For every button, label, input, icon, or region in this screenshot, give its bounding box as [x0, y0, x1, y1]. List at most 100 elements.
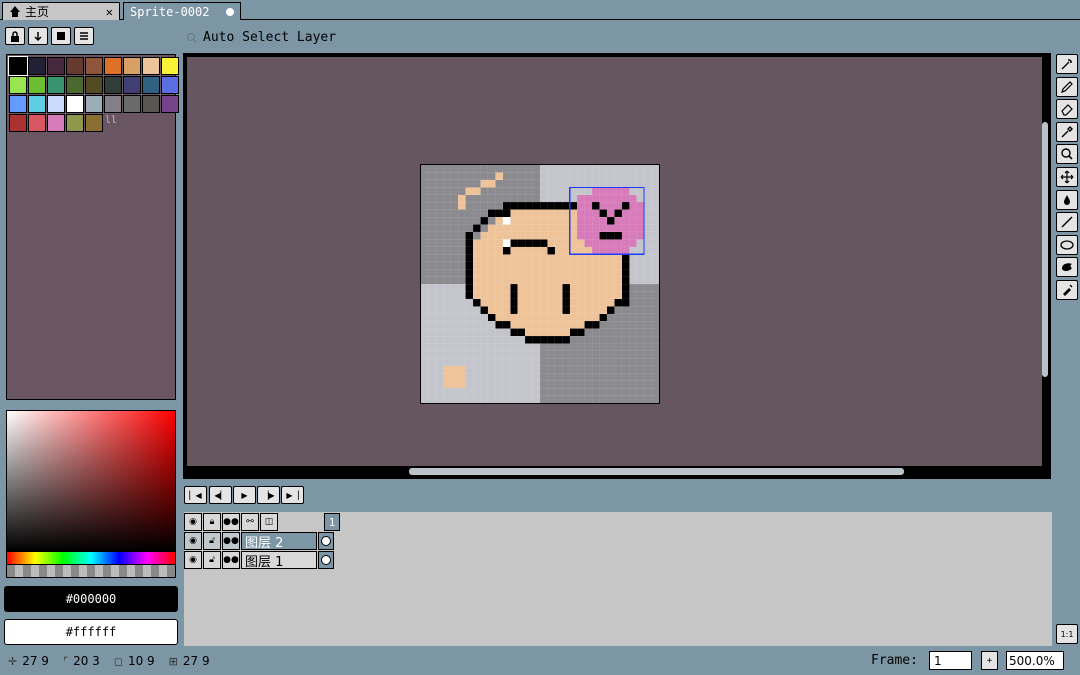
layer-row[interactable]: ◉ 🔓︎ ●● 图层 1	[184, 551, 334, 570]
pink-pixel	[577, 224, 645, 232]
magic-wand-tool[interactable]	[1056, 54, 1078, 74]
palette-sort-button[interactable]	[28, 27, 48, 45]
layer-name[interactable]: 图层 1	[241, 551, 317, 570]
vertical-scrollbar[interactable]	[1042, 122, 1048, 377]
palette-swatch[interactable]	[142, 76, 160, 94]
frame-header[interactable]: 1	[324, 513, 340, 531]
line-icon	[1061, 216, 1073, 228]
palette-swatch[interactable]	[123, 76, 141, 94]
lock-icon[interactable]: 🔓︎	[203, 532, 221, 550]
arrow-down-icon	[34, 31, 42, 41]
eraser-tool[interactable]	[1056, 99, 1078, 120]
pencil-tool[interactable]	[1056, 76, 1078, 97]
palette-swatch[interactable]	[142, 57, 160, 75]
palette-swatch[interactable]	[85, 76, 103, 94]
continuous-icon[interactable]: ●●	[222, 532, 240, 550]
layer-name[interactable]: 图层 2	[241, 532, 317, 551]
palette-swatch[interactable]	[28, 114, 46, 132]
previous-frame-button[interactable]: ◀▏	[209, 486, 232, 504]
contour-tool[interactable]	[1056, 257, 1078, 278]
eye-icon[interactable]: ◉	[184, 532, 202, 550]
palette-swatch[interactable]	[28, 76, 46, 94]
palette-swatch[interactable]	[8, 56, 28, 76]
cel[interactable]	[318, 551, 334, 569]
frame-plus-button[interactable]: +	[981, 651, 998, 670]
palette-lock-button[interactable]	[5, 27, 25, 45]
background-color[interactable]: #ffffff	[4, 619, 178, 645]
palette-swatch[interactable]	[9, 114, 27, 132]
palette-swatch[interactable]	[104, 95, 122, 113]
palette-panel: ll	[6, 54, 179, 400]
palette-swatch[interactable]	[123, 57, 141, 75]
tab-home[interactable]: 主页 ✕	[2, 2, 120, 20]
lock-icon[interactable]: 🔓︎	[203, 551, 221, 569]
palette-swatch[interactable]	[66, 114, 84, 132]
palette-swatch[interactable]	[104, 76, 122, 94]
eye-icon[interactable]: ◉	[184, 513, 202, 531]
zoom-input[interactable]: 500.0%	[1006, 651, 1064, 670]
palette-swatch[interactable]	[47, 114, 65, 132]
last-frame-button[interactable]: ▶▕	[281, 486, 304, 504]
palette-swatch[interactable]	[47, 76, 65, 94]
fill-tool[interactable]	[1056, 189, 1078, 210]
ellipse-tool[interactable]	[1056, 234, 1078, 255]
blur-icon	[1063, 284, 1073, 296]
palette-grid	[8, 56, 179, 132]
palette-swatch[interactable]	[85, 114, 103, 132]
palette-swatch[interactable]	[161, 95, 179, 113]
palette-save-button[interactable]	[51, 27, 71, 45]
link-icon[interactable]: ⚯	[241, 513, 259, 531]
palette-swatch[interactable]	[66, 57, 84, 75]
palette-swatch[interactable]	[123, 95, 141, 113]
palette-swatch[interactable]	[66, 76, 84, 94]
frame-input[interactable]: 1	[929, 651, 972, 670]
cursor-position: ✛ 27 9	[8, 654, 49, 668]
zoom-tool[interactable]	[1056, 144, 1078, 165]
continuous-icon[interactable]: ●●	[222, 513, 240, 531]
close-icon[interactable]: ✕	[106, 5, 113, 19]
line-tool[interactable]	[1056, 212, 1078, 233]
alpha-slider[interactable]	[7, 565, 175, 577]
onion-skin-icon[interactable]: ◫	[260, 513, 278, 531]
palette-swatch[interactable]	[104, 57, 122, 75]
palette-swatch[interactable]	[28, 57, 46, 75]
eyedropper-tool[interactable]	[1056, 121, 1078, 142]
first-frame-button[interactable]: ▏◀	[184, 486, 207, 504]
move-tool[interactable]	[1056, 167, 1078, 187]
palette-swatch[interactable]	[28, 95, 46, 113]
move-icon	[1060, 170, 1074, 184]
palette-swatch[interactable]	[47, 95, 65, 113]
lock-icon[interactable]: 🔒︎	[203, 513, 221, 531]
palette-swatch[interactable]	[9, 95, 27, 113]
pink-face-pixel	[599, 209, 607, 218]
foreground-color[interactable]: #000000	[4, 586, 178, 612]
pink-pixel	[592, 246, 630, 255]
palette-swatch[interactable]	[9, 76, 27, 94]
tab-sprite[interactable]: Sprite-0002	[123, 2, 241, 20]
sprite-canvas[interactable]	[420, 164, 660, 404]
zoom-1-1-button[interactable]: 1:1	[1056, 624, 1078, 644]
outline-pixel	[465, 231, 474, 240]
saturation-value-area[interactable]	[7, 411, 175, 551]
palette-swatch[interactable]	[161, 57, 179, 75]
palette-swatch[interactable]	[47, 57, 65, 75]
continuous-icon[interactable]: ●●	[222, 551, 240, 569]
blur-tool[interactable]	[1056, 280, 1078, 300]
eye-icon[interactable]: ◉	[184, 551, 202, 569]
palette-resize-handle[interactable]: ll	[105, 115, 117, 126]
palette-swatch[interactable]	[161, 76, 179, 94]
play-button[interactable]: ▶	[233, 486, 256, 504]
layer-row[interactable]: ◉ 🔓︎ ●● 图层 2	[184, 532, 334, 551]
unsaved-dot-icon[interactable]	[226, 7, 234, 16]
cel[interactable]	[318, 532, 334, 550]
palette-menu-button[interactable]	[74, 27, 94, 45]
palette-swatch[interactable]	[66, 95, 84, 113]
horizontal-scrollbar[interactable]	[409, 468, 904, 475]
auto-select-layer[interactable]: Auto Select Layer	[186, 30, 336, 45]
editor-canvas[interactable]	[187, 57, 1042, 466]
palette-swatch[interactable]	[142, 95, 160, 113]
palette-swatch[interactable]	[85, 57, 103, 75]
next-frame-button[interactable]: ▕▶	[257, 486, 280, 504]
palette-swatch[interactable]	[85, 95, 103, 113]
hue-slider[interactable]	[7, 552, 175, 564]
